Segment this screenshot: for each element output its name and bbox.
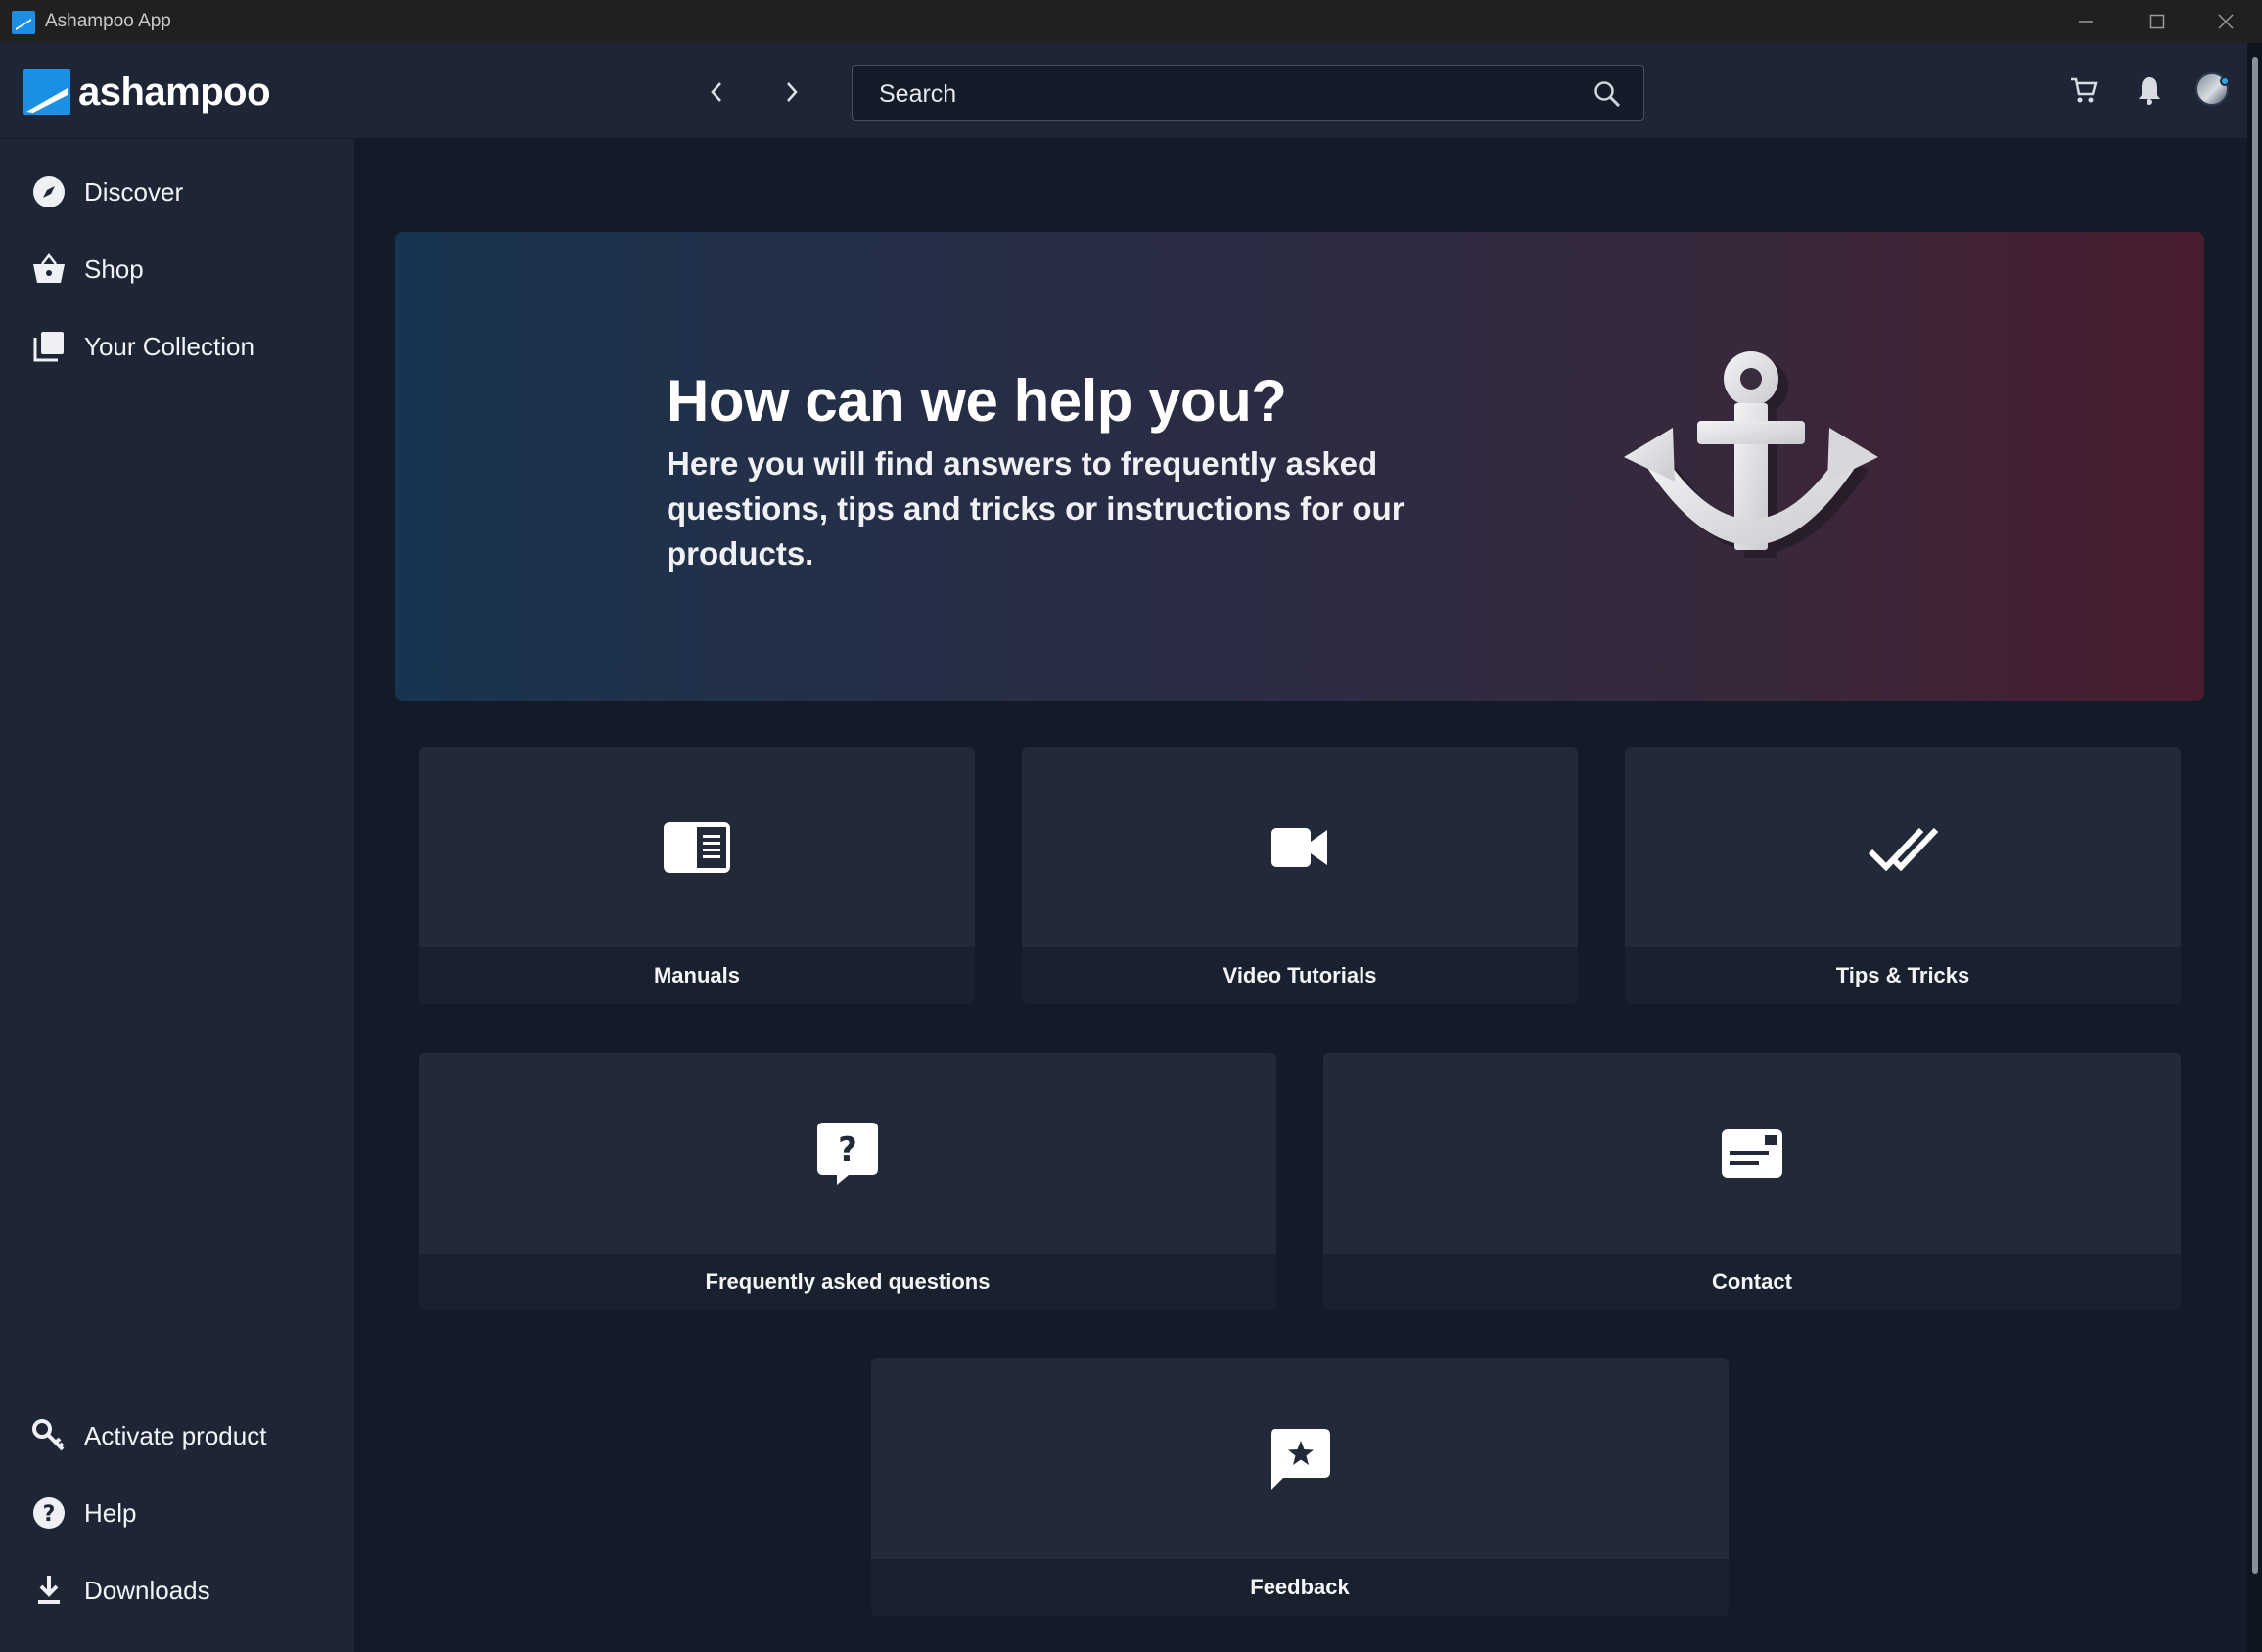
sidebar-item-activate-product[interactable]: Activate product — [0, 1404, 354, 1467]
notifications-button[interactable] — [2130, 70, 2169, 110]
manual-icon — [664, 821, 730, 873]
card-label: Tips & Tricks — [1835, 963, 1970, 987]
sidebar-item-label: Shop — [84, 253, 144, 284]
window-titlebar: Ashampoo App — [0, 0, 2262, 43]
app-logo-icon — [12, 11, 35, 34]
star-bubble-icon — [1271, 1428, 1330, 1490]
key-icon — [31, 1418, 67, 1453]
card-label: Video Tutorials — [1223, 963, 1377, 987]
sidebar-item-label: Your Collection — [84, 331, 254, 361]
search-placeholder: Search — [879, 80, 957, 108]
scrollbar-thumb[interactable] — [2252, 57, 2258, 1574]
sidebar-item-label: Discover — [84, 176, 184, 206]
search-input[interactable]: Search — [852, 65, 1644, 121]
sidebar: Discover Shop Your Collection Activate p… — [0, 139, 354, 1652]
help-icon: ? — [31, 1495, 67, 1531]
hero-title: How can we help you? — [667, 368, 1287, 434]
bell-icon — [2139, 77, 2160, 105]
minimize-button[interactable] — [2054, 0, 2118, 43]
back-button[interactable] — [697, 72, 736, 112]
app-header: ashampoo Search — [0, 43, 2247, 139]
contact-card-icon — [1722, 1128, 1782, 1178]
sidebar-item-shop[interactable]: Shop — [0, 238, 354, 300]
anchor-illustration — [1624, 351, 1878, 558]
card-video-tutorials[interactable]: Video Tutorials — [1022, 747, 1578, 1004]
close-icon — [2218, 14, 2234, 29]
close-button[interactable] — [2193, 0, 2258, 43]
sidebar-item-your-collection[interactable]: Your Collection — [0, 315, 354, 378]
video-icon — [1271, 827, 1327, 867]
sidebar-item-help[interactable]: ? Help — [0, 1482, 354, 1544]
chevron-left-icon — [711, 82, 721, 102]
window-title: Ashampoo App — [45, 11, 171, 31]
minimize-icon — [2079, 21, 2093, 23]
compass-icon — [31, 174, 67, 209]
collection-icon — [31, 329, 67, 364]
download-icon — [31, 1573, 67, 1608]
question-bubble-icon: ? — [817, 1122, 878, 1185]
card-tips-and-tricks[interactable]: Tips & Tricks — [1625, 747, 2181, 1004]
card-label: Manuals — [653, 963, 741, 987]
online-status-dot — [2220, 76, 2230, 86]
double-check-icon — [1868, 827, 1938, 871]
ashampoo-logo-icon — [23, 69, 70, 115]
help-hero-banner: How can we help you? Here you will find … — [395, 232, 2204, 701]
cart-button[interactable] — [2064, 70, 2103, 110]
sidebar-item-discover[interactable]: Discover — [0, 161, 354, 223]
sidebar-item-label: Downloads — [84, 1575, 210, 1605]
ashampoo-logo[interactable]: ashampoo — [23, 68, 271, 116]
hero-subtitle: Here you will find answers to frequently… — [667, 445, 1405, 572]
chevron-right-icon — [787, 82, 798, 102]
card-manuals[interactable]: Manuals — [419, 747, 975, 1004]
card-label: Contact — [1712, 1269, 1792, 1294]
card-label: Feedback — [1250, 1575, 1350, 1599]
sidebar-item-label: Activate product — [84, 1420, 267, 1450]
search-icon[interactable] — [1593, 79, 1622, 109]
sidebar-item-label: Help — [84, 1497, 137, 1528]
card-contact[interactable]: Contact — [1323, 1053, 2181, 1310]
svg-text:?: ? — [838, 1130, 857, 1170]
basket-icon — [31, 252, 67, 287]
svg-text:?: ? — [43, 1502, 56, 1527]
card-feedback[interactable]: Feedback — [871, 1358, 1729, 1616]
cart-icon — [2071, 77, 2098, 103]
maximize-icon — [2149, 14, 2165, 29]
forward-button[interactable] — [772, 72, 811, 112]
logo-text: ashampoo — [78, 69, 271, 114]
card-faq[interactable]: ? Frequently asked questions — [419, 1053, 1276, 1310]
sidebar-item-downloads[interactable]: Downloads — [0, 1559, 354, 1622]
card-label: Frequently asked questions — [705, 1269, 991, 1294]
maximize-button[interactable] — [2125, 0, 2190, 43]
